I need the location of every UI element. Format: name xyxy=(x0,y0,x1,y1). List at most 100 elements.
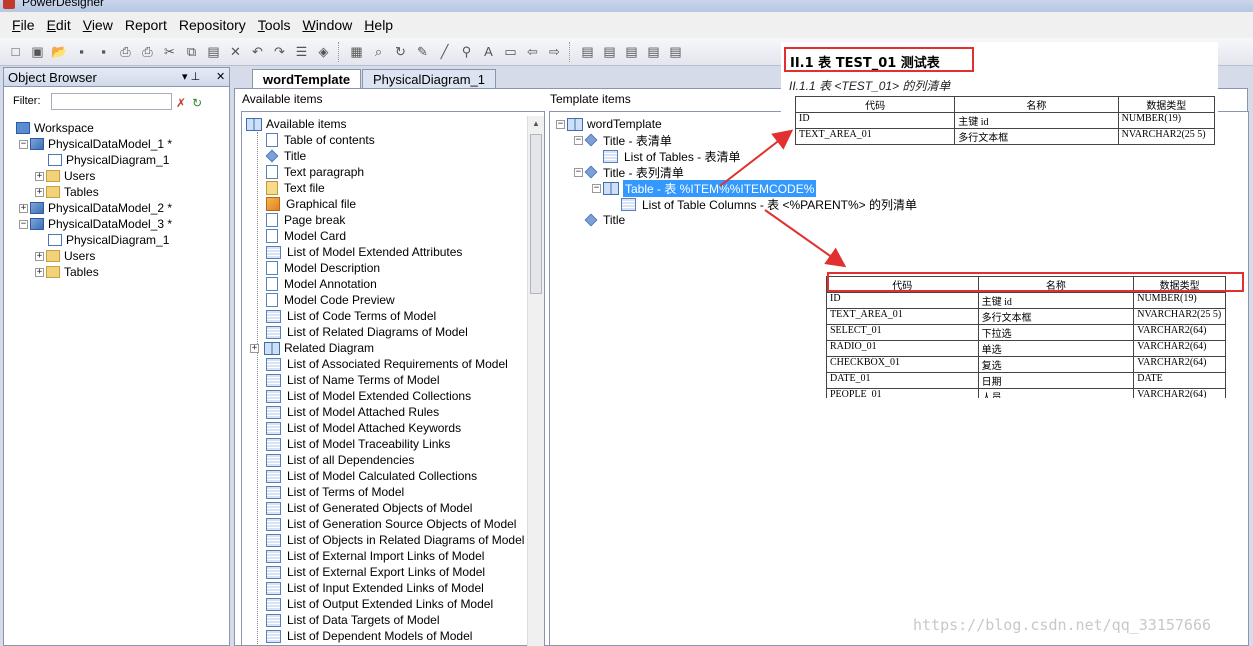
object-tree-item[interactable]: − PhysicalDataModel_1 * xyxy=(19,136,172,152)
available-item[interactable]: List of Generation Source Objects of Mod… xyxy=(266,516,516,532)
paste-icon[interactable]: ▤ xyxy=(204,42,223,61)
collapse-icon[interactable]: − xyxy=(574,135,583,145)
check-model-icon[interactable]: ◈ xyxy=(314,42,333,61)
available-item[interactable]: List of Code Terms of Model xyxy=(266,308,436,324)
available-scrollbar[interactable]: ▲ xyxy=(527,116,544,646)
print-preview-icon[interactable]: ⎙ xyxy=(116,42,135,61)
scroll-up-icon[interactable]: ▲ xyxy=(532,119,540,128)
available-item[interactable]: List of Input Extended Links of Model xyxy=(266,580,484,596)
available-item[interactable]: List of Model Attached Keywords xyxy=(266,420,461,436)
zoom-icon[interactable]: ⌕ xyxy=(369,42,388,61)
refresh-icon[interactable]: ↻ xyxy=(391,42,410,61)
available-item[interactable]: List of all Dependencies xyxy=(266,452,414,468)
available-item[interactable]: List of Data Targets of Model xyxy=(266,612,440,628)
delete-icon[interactable]: ✕ xyxy=(226,42,245,61)
print-icon[interactable]: ⎙ xyxy=(138,42,157,61)
available-item[interactable]: Table of contents xyxy=(266,132,375,148)
object-tree-item[interactable]: Workspace xyxy=(16,120,94,136)
collapse-icon[interactable]: − xyxy=(556,119,565,129)
object-tree-item[interactable]: + Users xyxy=(35,168,95,184)
object-tree-item[interactable]: + Tables xyxy=(35,264,99,280)
available-item[interactable]: Graphical file xyxy=(266,196,356,212)
format1-icon[interactable]: ▤ xyxy=(578,42,597,61)
redo-icon[interactable]: ↷ xyxy=(270,42,289,61)
available-item[interactable]: List of Output Extended Links of Model xyxy=(266,596,493,612)
template-item[interactable]: List of Tables - 表清单 xyxy=(592,148,741,164)
available-item[interactable]: List of Dependent Models of Model xyxy=(266,628,472,644)
forward-icon[interactable]: ⇨ xyxy=(545,42,564,61)
template-item[interactable]: Title xyxy=(574,212,625,228)
available-item[interactable]: List of Related Diagrams of Model xyxy=(266,324,468,340)
available-item[interactable]: + Related Diagram xyxy=(250,340,374,356)
tab-wordtemplate[interactable]: wordTemplate xyxy=(252,69,362,88)
object-tree-item[interactable]: + Users xyxy=(35,248,95,264)
link-icon[interactable]: ⚲ xyxy=(457,42,476,61)
format2-icon[interactable]: ▤ xyxy=(600,42,619,61)
collapse-icon[interactable]: − xyxy=(19,139,28,149)
available-item[interactable]: Text file xyxy=(266,180,325,196)
available-item[interactable]: List of Terms of Model xyxy=(266,484,404,500)
expand-icon[interactable]: + xyxy=(19,203,28,213)
menu-repository[interactable]: Repository xyxy=(173,17,252,33)
expand-icon[interactable]: + xyxy=(35,187,44,197)
available-item[interactable]: Model Description xyxy=(266,260,380,276)
format4-icon[interactable]: ▤ xyxy=(644,42,663,61)
available-item[interactable]: Page break xyxy=(266,212,345,228)
open-model-icon[interactable]: ▣ xyxy=(28,42,47,61)
available-item[interactable]: Model Card xyxy=(266,228,346,244)
collapse-icon[interactable]: − xyxy=(574,167,583,177)
template-item[interactable]: List of Table Columns - 表 <%PARENT%> 的列清… xyxy=(610,196,917,212)
available-item[interactable]: Text paragraph xyxy=(266,164,364,180)
menu-file[interactable]: File xyxy=(6,17,41,33)
properties-icon[interactable]: ☰ xyxy=(292,42,311,61)
scroll-thumb[interactable] xyxy=(530,134,542,294)
object-tree-item[interactable]: PhysicalDiagram_1 xyxy=(48,232,169,248)
text-icon[interactable]: A xyxy=(479,42,498,61)
object-tree-item[interactable]: PhysicalDiagram_1 xyxy=(48,152,169,168)
available-item[interactable]: Model Annotation xyxy=(266,276,377,292)
format5-icon[interactable]: ▤ xyxy=(666,42,685,61)
available-item[interactable]: List of Model Traceability Links xyxy=(266,436,450,452)
line-icon[interactable]: ╱ xyxy=(435,42,454,61)
menu-help[interactable]: Help xyxy=(358,17,399,33)
find-icon[interactable]: ▦ xyxy=(347,42,366,61)
collapse-icon[interactable]: − xyxy=(19,219,28,229)
menu-report[interactable]: Report xyxy=(119,17,173,33)
object-tree-item[interactable]: + PhysicalDataModel_2 * xyxy=(19,200,172,216)
available-item[interactable]: Model Code Preview xyxy=(266,292,395,308)
menu-edit[interactable]: Edit xyxy=(41,17,77,33)
menu-window[interactable]: Window xyxy=(296,17,358,33)
expand-icon[interactable]: + xyxy=(35,171,44,181)
available-item[interactable]: List of Name Terms of Model xyxy=(266,372,440,388)
available-item[interactable]: List of Associated Requirements of Model xyxy=(266,356,508,372)
available-item[interactable]: List of Generated Objects of Model xyxy=(266,500,472,516)
new-icon[interactable]: □ xyxy=(6,42,25,61)
object-tree-item[interactable]: − PhysicalDataModel_3 * xyxy=(19,216,172,232)
expand-icon[interactable]: + xyxy=(250,343,259,353)
cut-icon[interactable]: ✂ xyxy=(160,42,179,61)
copy-icon[interactable]: ⧉ xyxy=(182,42,201,61)
format3-icon[interactable]: ▤ xyxy=(622,42,641,61)
undo-icon[interactable]: ↶ xyxy=(248,42,267,61)
object-tree-item[interactable]: + Tables xyxy=(35,184,99,200)
open-icon[interactable]: 📂 xyxy=(50,42,69,61)
image-icon[interactable]: ▭ xyxy=(501,42,520,61)
tab-physicaldiagram[interactable]: PhysicalDiagram_1 xyxy=(362,69,496,88)
available-item[interactable]: List of Model Extended Attributes xyxy=(266,244,462,260)
expand-icon[interactable]: + xyxy=(35,267,44,277)
available-item[interactable]: List of Model Calculated Collections xyxy=(266,468,477,484)
template-item[interactable]: − Title - 表清单 xyxy=(574,132,672,148)
expand-icon[interactable]: + xyxy=(35,251,44,261)
template-item[interactable]: − wordTemplate xyxy=(556,116,662,132)
available-item[interactable]: List of External Import Links of Model xyxy=(266,548,484,564)
available-root[interactable]: Available items xyxy=(246,116,346,132)
save-icon[interactable]: ▪ xyxy=(72,42,91,61)
pencil-icon[interactable]: ✎ xyxy=(413,42,432,61)
collapse-icon[interactable]: − xyxy=(592,183,601,193)
available-item[interactable]: List of External Export Links of Model xyxy=(266,564,485,580)
available-item[interactable]: Title xyxy=(265,148,306,164)
available-item[interactable]: List of Model Extended Collections xyxy=(266,388,471,404)
menu-tools[interactable]: Tools xyxy=(252,17,297,33)
available-item[interactable]: List of Objects in Related Diagrams of M… xyxy=(266,532,524,548)
save-all-icon[interactable]: ▪ xyxy=(94,42,113,61)
